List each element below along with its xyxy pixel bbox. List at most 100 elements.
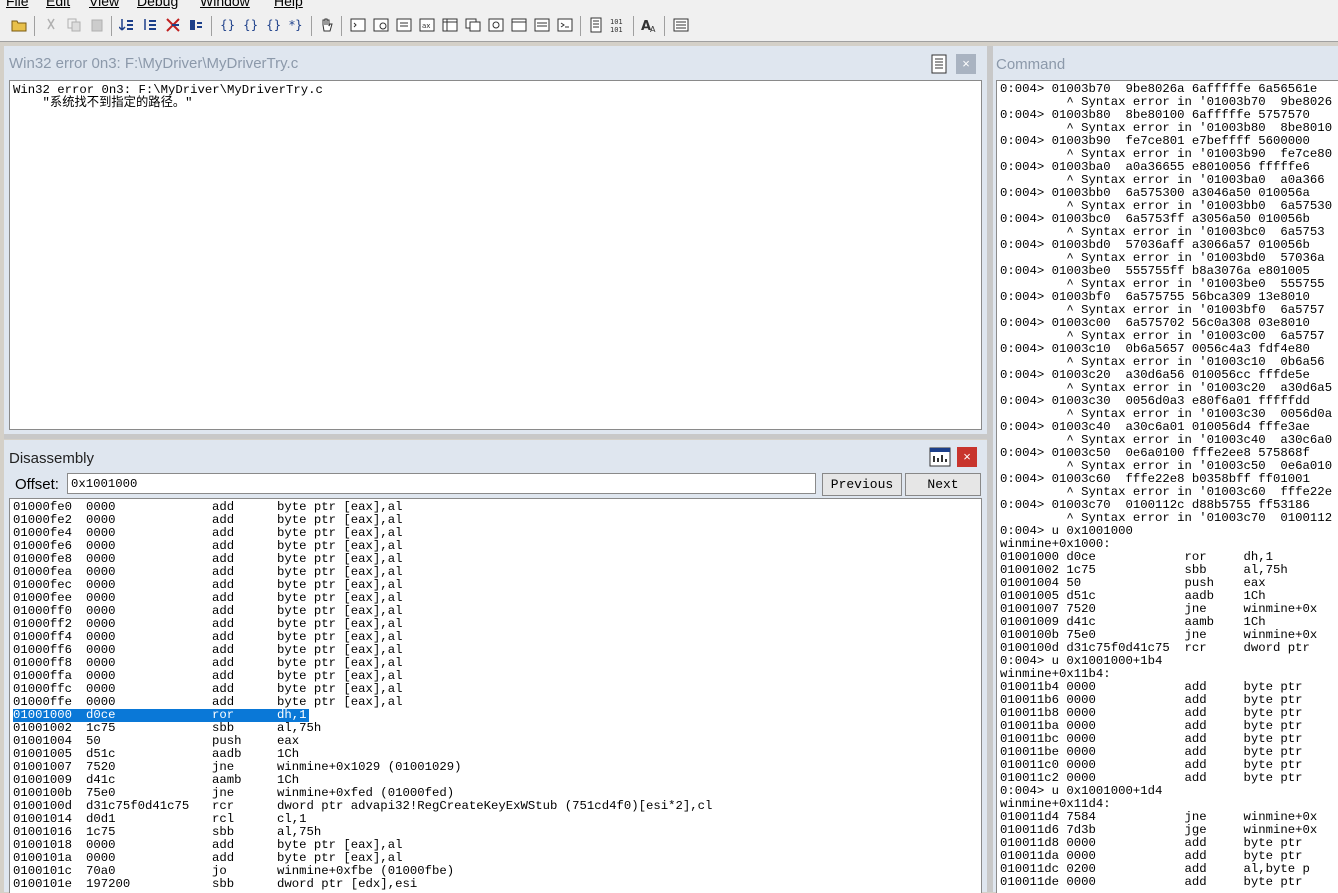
menu-edit[interactable]: Edit bbox=[46, 0, 70, 9]
processes-threads-icon[interactable] bbox=[534, 17, 550, 33]
disassembly-row[interactable]: 01000ff0 0000 add byte ptr [eax],al bbox=[13, 605, 973, 618]
disassembly-options-icon[interactable] bbox=[929, 446, 951, 468]
disassembly-row[interactable]: 01000fe4 0000 add byte ptr [eax],al bbox=[13, 527, 973, 540]
disassembly-row[interactable]: 01000fe6 0000 add byte ptr [eax],al bbox=[13, 540, 973, 553]
toolbar: {} {} {} *} ax 101 101 AA bbox=[0, 11, 1338, 42]
svg-text:ax: ax bbox=[422, 22, 430, 30]
run-to-cursor-icon[interactable]: *} bbox=[288, 17, 304, 33]
scratch-pad-icon[interactable] bbox=[511, 17, 527, 33]
disassembly-row[interactable]: 01000fe8 0000 add byte ptr [eax],al bbox=[13, 553, 973, 566]
toolbar-separator bbox=[34, 16, 35, 36]
menu-help[interactable]: Help bbox=[274, 0, 303, 9]
source-text-area[interactable]: Win32 error 0n3: F:\MyDriver\MyDriverTry… bbox=[9, 80, 982, 430]
binary-mode-icon[interactable]: 101 101 bbox=[610, 17, 626, 33]
registers-window-icon[interactable]: ax bbox=[419, 17, 435, 33]
disassembly-row[interactable]: 0100100d d31c75f0d41c75 rcr dword ptr advap… bbox=[13, 800, 973, 813]
toolbar-separator bbox=[341, 16, 342, 36]
command-line: 010011de 0000 add byte ptr bbox=[1000, 875, 1303, 889]
font-icon[interactable]: AA bbox=[641, 17, 657, 33]
disassembly-row[interactable]: 01000fee 0000 add byte ptr [eax],al bbox=[13, 592, 973, 605]
disassembly-row[interactable]: 01000ff2 0000 add byte ptr [eax],al bbox=[13, 618, 973, 631]
paste-icon[interactable] bbox=[89, 17, 105, 33]
source-pane-menu-icon[interactable] bbox=[929, 54, 949, 74]
menu-bar: File Edit View Debug Window Help bbox=[0, 0, 1338, 11]
svg-text:A: A bbox=[650, 25, 656, 33]
disassembly-row[interactable]: 01000ff6 0000 add byte ptr [eax],al bbox=[13, 644, 973, 657]
disassembly-args: dword ptr advapi32!RegCreateKeyExWStub (… bbox=[277, 799, 713, 813]
options-icon[interactable] bbox=[673, 17, 689, 33]
disassembly-row[interactable]: 01000fea 0000 add byte ptr [eax],al bbox=[13, 566, 973, 579]
menu-window[interactable]: Window bbox=[200, 0, 250, 9]
disassembly-row[interactable]: 01001016 1c75 sbb al,75h bbox=[13, 826, 973, 839]
command-browser-icon[interactable] bbox=[557, 17, 573, 33]
disassembly-row[interactable]: 01001014 d0d1 rcl cl,1 bbox=[13, 813, 973, 826]
command-pane-title: Command bbox=[996, 56, 1066, 73]
disassembly-row[interactable]: 01001007 7520 jne winmine+0x1029 (01001029) bbox=[13, 761, 973, 774]
cut-icon[interactable] bbox=[43, 17, 59, 33]
memory-window-icon[interactable] bbox=[442, 17, 458, 33]
restart-icon[interactable] bbox=[142, 17, 158, 33]
disassembly-row[interactable]: 01001004 50 push eax bbox=[13, 735, 973, 748]
disassembly-pane-title: Disassembly bbox=[9, 450, 95, 467]
svg-text:*}: *} bbox=[289, 18, 303, 32]
svg-text:101: 101 bbox=[610, 26, 623, 33]
disassembly-row-selected[interactable]: 01001000 d0ce ror dh,1 bbox=[13, 709, 973, 722]
disassembly-close-button[interactable]: × bbox=[957, 447, 977, 467]
disassembly-row[interactable]: 01000ffe 0000 add byte ptr [eax],al bbox=[13, 696, 973, 709]
break-icon[interactable] bbox=[188, 17, 204, 33]
watch-window-icon[interactable] bbox=[373, 17, 389, 33]
toolbar-separator bbox=[311, 16, 312, 36]
disassembly-row[interactable]: 01000fe2 0000 add byte ptr [eax],al bbox=[13, 514, 973, 527]
step-out-icon[interactable]: {} bbox=[265, 17, 281, 33]
source-pane-close-button[interactable]: × bbox=[956, 54, 976, 74]
disassembly-row[interactable]: 0100101e 197200 sbb dword ptr [edx],esi bbox=[13, 878, 973, 891]
open-icon[interactable] bbox=[11, 17, 27, 33]
svg-text:{}: {} bbox=[220, 18, 235, 32]
horizontal-splitter[interactable] bbox=[4, 434, 987, 439]
disassembly-row[interactable]: 01000fec 0000 add byte ptr [eax],al bbox=[13, 579, 973, 592]
source-pane: Win32 error 0n3: F:\MyDriver\MyDriverTry… bbox=[4, 46, 987, 434]
disassembly-row[interactable]: 01000ff8 0000 add byte ptr [eax],al bbox=[13, 657, 973, 670]
hand-icon[interactable] bbox=[319, 17, 335, 33]
step-into-icon[interactable]: {} bbox=[219, 17, 235, 33]
disassembly-row[interactable]: 01001005 d51c aadb 1Ch bbox=[13, 748, 973, 761]
disassembly-addr: 0100101e bbox=[13, 877, 73, 891]
disassembly-args: winmine+0x1029 (01001029) bbox=[277, 760, 462, 774]
toolbar-separator bbox=[633, 16, 634, 36]
locals-window-icon[interactable] bbox=[396, 17, 412, 33]
disassembly-row[interactable]: 01001009 d41c aamb 1Ch bbox=[13, 774, 973, 787]
disassembly-row[interactable]: 01000ffa 0000 add byte ptr [eax],al bbox=[13, 670, 973, 683]
svg-text:{}: {} bbox=[243, 18, 258, 32]
disassembly-window-icon[interactable] bbox=[488, 17, 504, 33]
source-line: "系统找不到指定的路径。" bbox=[13, 96, 193, 110]
toolbar-separator bbox=[211, 16, 212, 36]
disassembly-row[interactable]: 01001002 1c75 sbb al,75h bbox=[13, 722, 973, 735]
disassembly-row[interactable]: 01000ffc 0000 add byte ptr [eax],al bbox=[13, 683, 973, 696]
next-button[interactable]: Next bbox=[905, 473, 981, 496]
call-stack-icon[interactable] bbox=[465, 17, 481, 33]
disassembly-args: dword ptr [edx],esi bbox=[277, 877, 418, 891]
menu-view[interactable]: View bbox=[89, 0, 119, 9]
menu-file[interactable]: File bbox=[6, 0, 29, 9]
menu-debug[interactable]: Debug bbox=[137, 0, 178, 9]
command-output-lines: 0:004> 01003b70 9be8026a 6afffffe 6a5656… bbox=[1000, 83, 1332, 889]
disassembly-row[interactable]: 01000fe0 0000 add byte ptr [eax],al bbox=[13, 501, 973, 514]
go-icon[interactable] bbox=[119, 17, 135, 33]
disassembly-rows: 01000fe0 0000 add byte ptr [eax],al 01000fe2… bbox=[13, 501, 973, 891]
copy-icon[interactable] bbox=[66, 17, 82, 33]
offset-input[interactable]: 0x1001000 bbox=[67, 473, 816, 494]
command-window-icon[interactable] bbox=[350, 17, 366, 33]
disassembly-row[interactable]: 01001018 0000 add byte ptr [eax],al bbox=[13, 839, 973, 852]
disassembly-listing[interactable]: 01000fe0 0000 add byte ptr [eax],al 01000fe2… bbox=[9, 498, 982, 893]
step-over-icon[interactable]: {} bbox=[242, 17, 258, 33]
toolbar-separator bbox=[580, 16, 581, 36]
disassembly-row[interactable]: 0100101a 0000 add byte ptr [eax],al bbox=[13, 852, 973, 865]
disassembly-row[interactable]: 0100101c 70a0 jo winmine+0xfbe (01000fbe) bbox=[13, 865, 973, 878]
disassembly-row[interactable]: 01000ff4 0000 add byte ptr [eax],al bbox=[13, 631, 973, 644]
previous-button[interactable]: Previous bbox=[822, 473, 902, 496]
source-pane-title: Win32 error 0n3: F:\MyDriver\MyDriverTry… bbox=[9, 55, 299, 72]
command-output[interactable]: 0:004> 01003b70 9be8026a 6afffffe 6a5656… bbox=[996, 80, 1338, 893]
source-mode-icon[interactable] bbox=[588, 17, 604, 33]
stop-debugging-icon[interactable] bbox=[165, 17, 181, 33]
disassembly-pane: Disassembly × Offset: 0x1001000 Previous… bbox=[4, 440, 987, 893]
